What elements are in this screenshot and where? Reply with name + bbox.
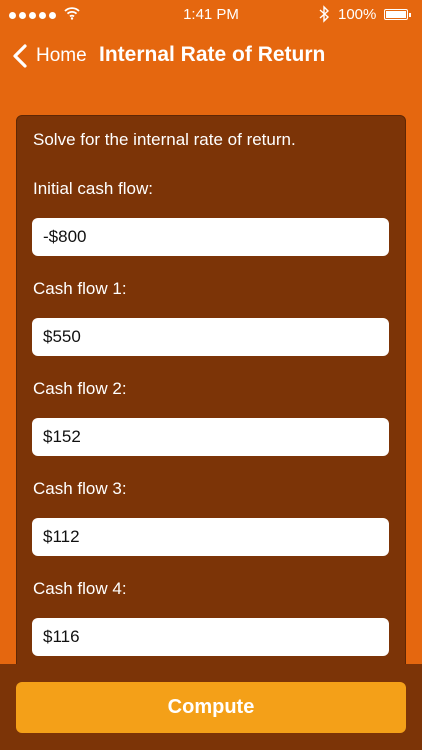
cash-flow-1-label: Cash flow 1: <box>33 279 127 298</box>
cash-flow-3-label: Cash flow 3: <box>33 479 127 498</box>
initial-cash-flow-field[interactable]: -$800 <box>32 218 389 256</box>
cash-flow-4-label: Cash flow 4: <box>33 579 127 598</box>
chevron-left-icon <box>13 44 27 68</box>
page-title: Internal Rate of Return <box>99 43 326 66</box>
navigation-bar: Home Internal Rate of Return <box>0 34 422 78</box>
battery-icon <box>384 9 411 20</box>
cash-flow-4-field[interactable]: $116 <box>32 618 389 656</box>
cash-flow-3-field[interactable]: $112 <box>32 518 389 556</box>
cash-flow-1-field[interactable]: $550 <box>32 318 389 356</box>
battery-percentage: 100% <box>338 6 377 23</box>
form-card: Solve for the internal rate of return. I… <box>16 115 406 735</box>
compute-button[interactable]: Compute <box>16 682 406 733</box>
status-bar: 1:41 PM 100% <box>0 0 422 30</box>
cash-flow-2-field[interactable]: $152 <box>32 418 389 456</box>
form-instructions: Solve for the internal rate of return. <box>33 130 296 149</box>
initial-cash-flow-label: Initial cash flow: <box>33 179 153 198</box>
back-button-label: Home <box>36 45 87 66</box>
back-button[interactable]: Home <box>10 42 87 70</box>
cash-flow-2-label: Cash flow 2: <box>33 379 127 398</box>
bottom-action-bar: Compute <box>0 664 422 750</box>
bluetooth-icon <box>319 5 330 23</box>
